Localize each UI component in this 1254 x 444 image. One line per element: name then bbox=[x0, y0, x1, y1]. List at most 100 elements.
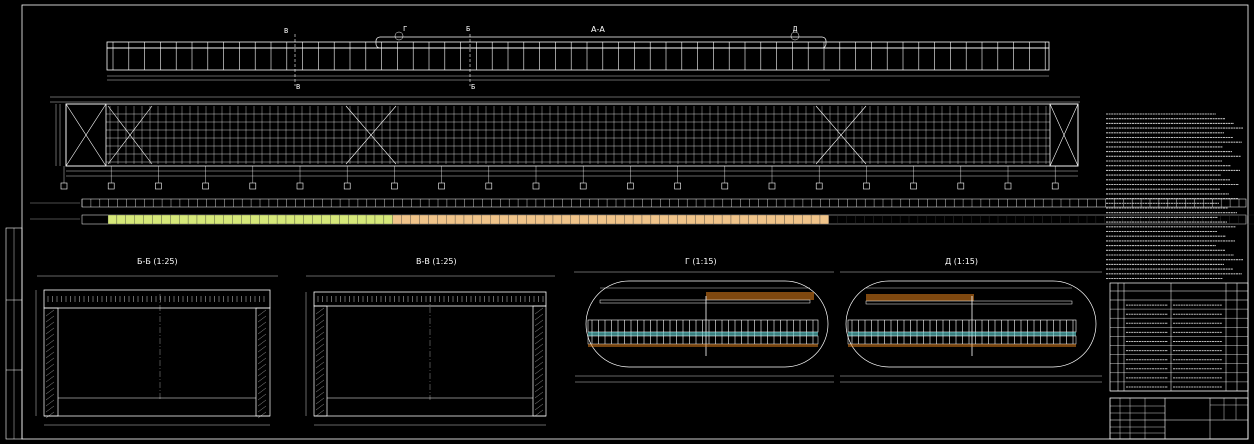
strip-cell bbox=[615, 214, 625, 225]
strip-cell bbox=[748, 214, 758, 225]
axis-marker bbox=[296, 182, 304, 190]
wall-hatch bbox=[45, 387, 55, 395]
wall-hatch bbox=[315, 343, 325, 351]
strip-cell bbox=[241, 214, 251, 225]
wall-hatch bbox=[534, 343, 544, 351]
wall-hatch bbox=[315, 373, 325, 381]
strip-cell bbox=[446, 214, 456, 225]
wall-hatch bbox=[45, 363, 55, 371]
axis-marker bbox=[202, 182, 209, 190]
wall-hatch bbox=[257, 381, 267, 389]
strip-cell bbox=[401, 214, 411, 225]
strip-cell bbox=[882, 214, 892, 225]
strip-cell bbox=[1069, 214, 1079, 225]
strip-cell bbox=[179, 214, 189, 225]
axis-marker bbox=[155, 182, 162, 190]
strip-cell bbox=[339, 214, 349, 225]
strip-cell bbox=[695, 214, 705, 225]
wall-hatch bbox=[45, 357, 55, 365]
strip-cell bbox=[472, 214, 482, 225]
strip-cell bbox=[383, 214, 393, 225]
detail-d-title: Д (1:15) bbox=[945, 257, 978, 266]
strip-cell bbox=[926, 214, 936, 225]
strip-cell bbox=[419, 214, 429, 225]
wall-hatch bbox=[45, 333, 55, 341]
strip-cell bbox=[490, 214, 500, 225]
strip-cell bbox=[846, 214, 856, 225]
strip-cell bbox=[721, 214, 732, 225]
wall-hatch bbox=[534, 319, 544, 327]
strip-cell bbox=[454, 214, 465, 225]
wall-hatch bbox=[257, 357, 267, 365]
wall-hatch bbox=[315, 313, 325, 321]
wall-hatch bbox=[257, 351, 267, 359]
strip-cell bbox=[579, 214, 589, 225]
strip-cell bbox=[161, 214, 171, 225]
strip-cell bbox=[543, 214, 554, 225]
axis-marker bbox=[863, 182, 870, 190]
strip-cell bbox=[1060, 214, 1070, 225]
wall-hatch bbox=[257, 369, 267, 377]
axis-marker bbox=[1051, 182, 1059, 190]
axis-marker bbox=[721, 182, 729, 190]
strip-cell bbox=[819, 214, 830, 225]
wall-hatch bbox=[534, 307, 544, 315]
wall-hatch bbox=[315, 379, 325, 387]
detail-g-title: Г (1:15) bbox=[685, 257, 717, 266]
wall-hatch bbox=[534, 385, 544, 393]
wall-hatch bbox=[257, 321, 267, 329]
strip-cell bbox=[570, 214, 580, 225]
strip-cell bbox=[437, 214, 447, 225]
wall-hatch bbox=[257, 411, 267, 419]
wall-hatch bbox=[257, 345, 267, 353]
strip-cell bbox=[899, 214, 910, 225]
wall-hatch bbox=[315, 325, 325, 333]
strip-cell bbox=[980, 214, 990, 225]
wall-hatch bbox=[257, 339, 267, 347]
wall-hatch bbox=[45, 381, 55, 389]
wall-hatch bbox=[45, 321, 55, 329]
axis-marker bbox=[485, 182, 493, 190]
strip-cell bbox=[784, 214, 794, 225]
strip-cell bbox=[294, 214, 304, 225]
strip-cell bbox=[481, 214, 491, 225]
wall-hatch bbox=[315, 361, 325, 369]
wall-hatch bbox=[315, 331, 325, 339]
wall-hatch bbox=[45, 399, 55, 407]
strip-cell bbox=[953, 214, 963, 225]
strip-cell bbox=[757, 214, 767, 225]
strip-cell bbox=[624, 214, 634, 225]
strip-cell bbox=[837, 214, 847, 225]
wall-hatch bbox=[534, 313, 544, 321]
wall-hatch bbox=[45, 369, 55, 377]
wall-hatch bbox=[315, 307, 325, 315]
strip-cell bbox=[134, 214, 144, 225]
strip-cell bbox=[259, 214, 269, 225]
wall-hatch bbox=[315, 319, 325, 327]
wall-hatch bbox=[534, 391, 544, 399]
axis-marker bbox=[1004, 182, 1012, 190]
wall-hatch bbox=[45, 351, 55, 359]
strip-cell bbox=[659, 214, 669, 225]
wall-hatch bbox=[45, 393, 55, 401]
strip-cell bbox=[285, 214, 296, 225]
strip-cell bbox=[374, 214, 385, 225]
wall-hatch bbox=[315, 367, 325, 375]
strip-cell bbox=[891, 214, 901, 225]
strip-cell bbox=[552, 214, 563, 225]
strip-cell bbox=[107, 214, 118, 225]
elevation-section-aa: А-А В В Б Б Г Д bbox=[106, 25, 1050, 91]
strip-cell bbox=[632, 214, 643, 225]
strip-cell bbox=[276, 214, 287, 225]
strip-cell bbox=[1095, 214, 1105, 225]
wall-hatch bbox=[315, 355, 325, 363]
wall-hatch bbox=[315, 397, 325, 405]
wall-hatch bbox=[257, 393, 267, 401]
strip-cell bbox=[668, 214, 678, 225]
wall-hatch bbox=[45, 327, 55, 335]
wall-hatch bbox=[534, 373, 544, 381]
axis-marker bbox=[627, 182, 634, 190]
strip-cell bbox=[1015, 214, 1025, 225]
strip-cell bbox=[1042, 214, 1052, 225]
strip-cell bbox=[641, 214, 652, 225]
